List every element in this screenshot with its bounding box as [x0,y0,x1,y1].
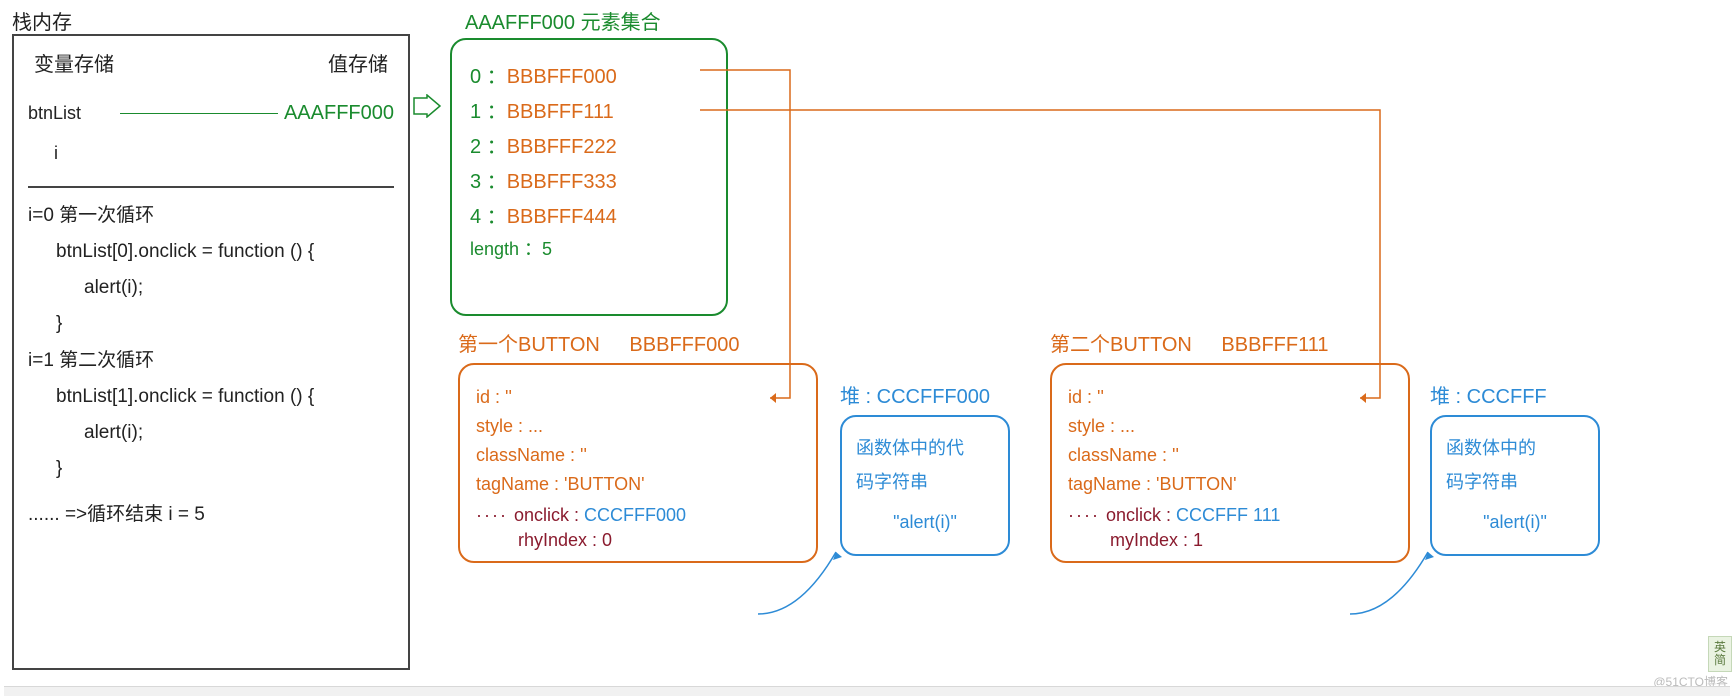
button2-onclick-key: onclick : [1106,505,1171,525]
stack-header: 变量存储 值存储 [28,46,394,88]
stack-memory-box: 变量存储 值存储 btnList AAAFFF000 i i=0 第一次循环 b… [12,34,410,670]
button1-class: className : '' [476,445,800,466]
heap1-title: 堆 : CCCFFF000 [840,380,1010,409]
collection-addr: BBBFFF333 [507,171,617,193]
collection-row-2: 2 ：BBBFFF222 [470,130,708,159]
collection-idx: 1 [470,101,481,123]
button2-block: 第二个BUTTON BBBFFF111 id : '' style : ... … [1050,328,1410,563]
collection-idx: 3 [470,171,481,193]
btnlist-pointer-line [120,113,278,114]
loop1-l2: alert(i); [28,270,394,306]
button2-id: id : '' [1068,387,1392,408]
loop1-l1: btnList[0].onclick = function () { [28,234,394,270]
loop2-l1: btnList[1].onclick = function () { [28,379,394,415]
collection-idx: 4 [470,206,481,228]
button1-box: id : '' style : ... className : '' tagNa… [458,363,818,563]
button2-style: style : ... [1068,416,1392,437]
heap1-alert: "alert(i)" [856,505,994,539]
loop1-l3: } [28,306,394,342]
collection-addr: BBBFFF222 [507,136,617,158]
button1-addr: BBBFFF000 [629,334,739,356]
button2-title-text: 第二个BUTTON [1050,334,1192,356]
loop2-l2: alert(i); [28,415,394,451]
collection-box: 0 ：BBBFFF000 1 ：BBBFFF111 2 ：BBBFFF222 3… [450,38,728,316]
collection-row-1: 1 ：BBBFFF111 [470,95,708,124]
button1-id: id : '' [476,387,800,408]
stack-memory-title: 栈内存 [12,6,72,35]
loop1-head: i=0 第一次循环 [28,198,394,234]
stack-separator [28,186,394,188]
button2-addr: BBBFFF111 [1221,334,1328,356]
pointer-arrow-icon [413,94,441,118]
collection-row-0: 0 ：BBBFFF000 [470,60,708,89]
heap1-block: 堆 : CCCFFF000 函数体中的代 码字符串 "alert(i)" [840,380,1010,556]
button1-title: 第一个BUTTON BBBFFF000 [458,328,818,357]
heap1-box: 函数体中的代 码字符串 "alert(i)" [840,415,1010,556]
button1-block: 第一个BUTTON BBBFFF000 id : '' style : ... … [458,328,818,563]
heap1-line2: 码字符串 [856,465,994,499]
i-var-name: i [54,136,394,170]
collection-addr: BBBFFF111 [507,101,614,123]
btnlist-var-name: btnList [28,96,114,130]
collection-length: length ：5 [470,235,708,261]
btnlist-row: btnList AAAFFF000 [28,94,394,132]
bottom-scroll-strip [4,686,1730,696]
button1-title-text: 第一个BUTTON [458,334,600,356]
side-language-tab[interactable]: 英 简 [1708,636,1732,672]
loop2-head: i=1 第二次循环 [28,343,394,379]
stack-header-val: 值存储 [328,46,388,84]
button1-tag: tagName : 'BUTTON' [476,474,800,495]
heap2-line2: 码字符串 [1446,465,1584,499]
collection-row-3: 3 ：BBBFFF333 [470,165,708,194]
heap2-line1: 函数体中的 [1446,431,1584,465]
button1-style: style : ... [476,416,800,437]
button2-onclick-val: CCCFFF 111 [1176,505,1280,525]
heap1-line1: 函数体中的代 [856,431,994,465]
btnlist-pointer-value: AAAFFF000 [284,94,394,132]
button2-title: 第二个BUTTON BBBFFF111 [1050,328,1410,357]
loop2-l3: } [28,451,394,487]
collection-addr: BBBFFF000 [507,66,617,88]
heap2-block: 堆 : CCCFFF 函数体中的 码字符串 "alert(i)" [1430,380,1730,556]
heap2-box: 函数体中的 码字符串 "alert(i)" [1430,415,1600,556]
collection-title: AAAFFF000 元素集合 [465,6,661,35]
loop-end: ...... =>循环结束 i = 5 [28,497,394,533]
button2-tag: tagName : 'BUTTON' [1068,474,1392,495]
button2-box: id : '' style : ... className : '' tagNa… [1050,363,1410,563]
button2-onclick: ····onclick : CCCFFF 111 [1068,505,1392,526]
button1-myindex: rhyIndex : 0 [518,530,800,551]
button2-class: className : '' [1068,445,1392,466]
button2-myindex: myIndex : 1 [1110,530,1392,551]
collection-idx: 2 [470,136,481,158]
collection-row-4: 4 ：BBBFFF444 [470,200,708,229]
button1-onclick: ····onclick : CCCFFF000 [476,505,800,526]
collection-addr: BBBFFF444 [507,206,617,228]
stack-header-var: 变量存储 [34,46,114,84]
collection-idx: 0 [470,66,481,88]
heap2-alert: "alert(i)" [1446,505,1584,539]
button1-onclick-val: CCCFFF000 [584,505,686,525]
heap2-title: 堆 : CCCFFF [1430,380,1730,409]
button1-onclick-key: onclick : [514,505,579,525]
